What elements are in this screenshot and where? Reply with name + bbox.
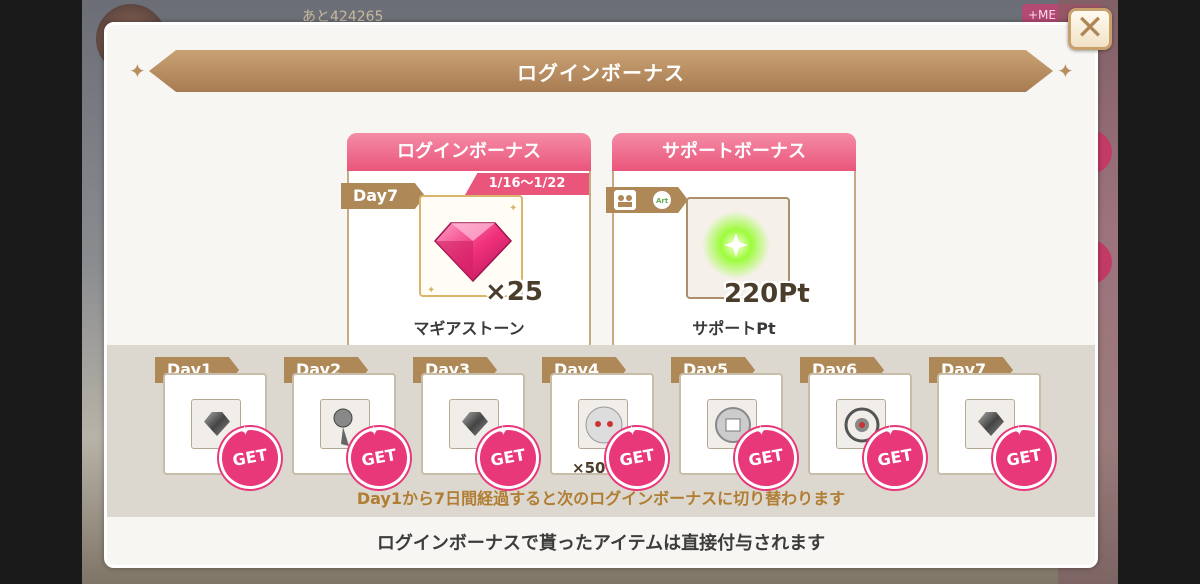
login-bonus-card-title: ログインボーナス [347,133,591,171]
get-badge-label: GET [618,445,656,470]
login-bonus-item-name: マギアストーン [413,319,525,338]
delivery-note: ログインボーナスで貰ったアイテムは直接付与されます [376,533,826,554]
get-badge-label: GET [489,445,527,470]
get-badge-label: GET [360,445,398,470]
get-badge-label: GET [1005,445,1043,470]
header-right-ornament: ✦ [1057,59,1074,83]
svg-text:✦: ✦ [509,203,517,214]
supporter-icon: Art [614,190,671,210]
dialog-title: ログインボーナス [149,50,1053,92]
day4-quantity: ×50 [572,459,606,477]
svg-text:Art: Art [656,197,669,205]
support-bonus-tag: Art [606,187,688,213]
support-bonus-item-name: サポートPt [692,319,776,338]
support-bonus-card: サポートボーナス Art 220Pt サポートPt [606,133,856,353]
get-badge-label: GET [231,445,269,470]
get-badge-label: GET [876,445,914,470]
login-bonus-quantity: ×25 [485,277,543,307]
get-badge-label: GET [747,445,785,470]
login-bonus-card: ログインボーナス 1/16～1/22 Day7 ✦ ✦ ×25 マギアストーン [341,133,591,353]
login-bonus-dialog: ✦ ログインボーナス ✦ ログインボーナス 1/16～1/22 Day7 ✦ ✦ [104,22,1098,568]
login-bonus-date-range: 1/16～1/22 [465,173,589,195]
header-left-ornament: ✦ [129,59,146,83]
support-pt-quantity: 220Pt [724,279,810,309]
svg-text:✦: ✦ [427,285,435,296]
close-button[interactable]: ✕ [1068,8,1112,50]
support-bonus-card-title: サポートボーナス [612,133,856,171]
login-bonus-day-tag: Day7 [341,183,425,209]
rotation-note: Day1から7日間経過すると次のログインボーナスに切り替わります [356,489,846,508]
